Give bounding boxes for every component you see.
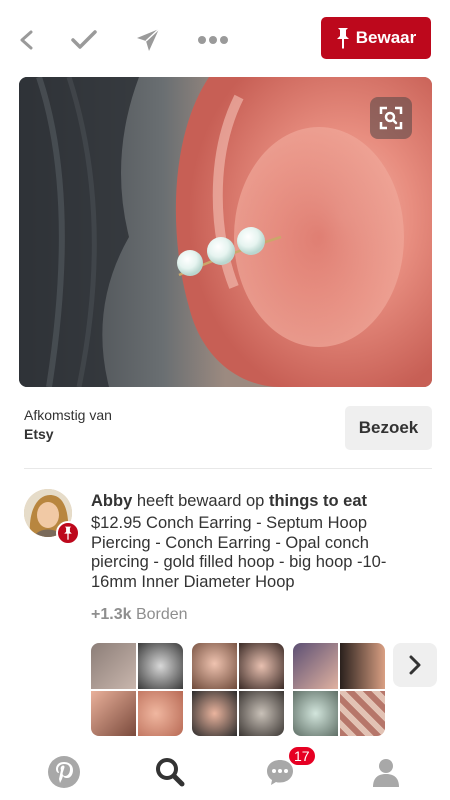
board-image <box>91 643 136 689</box>
activity-line: Abby heeft bewaard op things to eat <box>91 491 391 511</box>
divider <box>24 468 432 469</box>
source-label: Afkomstig van <box>24 407 112 423</box>
send-icon <box>137 28 160 51</box>
board-image <box>340 691 385 736</box>
visit-button[interactable]: Bezoek <box>345 406 432 450</box>
pin-description: $12.95 Conch Earring - Septum Hoop Pierc… <box>91 514 387 591</box>
pushpin-icon <box>64 526 72 540</box>
visual-search-icon <box>379 106 403 130</box>
top-toolbar: Bewaar <box>0 0 450 76</box>
source-name[interactable]: Etsy <box>24 426 112 442</box>
visual-search-button[interactable] <box>370 97 412 139</box>
board-image <box>293 643 338 689</box>
chevron-right-icon <box>409 655 421 675</box>
board-image <box>239 643 284 689</box>
board-image <box>293 691 338 736</box>
board-image <box>239 691 284 736</box>
board-image <box>340 643 385 689</box>
back-button[interactable] <box>9 22 45 58</box>
pin-source: Afkomstig van Etsy <box>24 407 112 442</box>
send-button[interactable] <box>130 22 166 58</box>
activity-action: heeft bewaard op <box>136 492 265 510</box>
board-thumbnail[interactable] <box>293 643 385 736</box>
nav-search[interactable] <box>150 752 190 792</box>
nav-profile[interactable] <box>366 752 406 792</box>
board-thumbnail[interactable] <box>91 643 183 736</box>
save-button[interactable]: Bewaar <box>321 17 431 59</box>
chevron-left-icon <box>20 30 33 50</box>
board-count-label: Borden <box>135 606 188 623</box>
home-icon <box>48 756 80 788</box>
board-count[interactable]: +1.3k Borden <box>91 606 188 624</box>
board-name[interactable]: things to eat <box>269 492 367 510</box>
more-dots-icon <box>198 36 228 44</box>
board-count-value: +1.3k <box>91 606 132 623</box>
board-image <box>91 691 136 736</box>
profile-icon <box>373 759 399 787</box>
user-name[interactable]: Abby <box>91 492 132 510</box>
done-button[interactable] <box>66 22 102 58</box>
checkmark-icon <box>71 30 97 49</box>
notification-count-badge: 17 <box>287 745 317 767</box>
board-image <box>192 691 237 736</box>
bottom-nav <box>0 740 450 800</box>
board-image <box>138 691 183 736</box>
board-thumbnail[interactable] <box>192 643 284 736</box>
save-button-label: Bewaar <box>355 28 417 47</box>
search-icon <box>156 758 185 787</box>
next-boards-button[interactable] <box>393 643 437 687</box>
board-image <box>138 643 183 689</box>
more-button[interactable] <box>195 22 231 58</box>
pin-image[interactable] <box>19 77 432 387</box>
pushpin-icon <box>336 28 349 49</box>
board-image <box>192 643 237 689</box>
nav-home[interactable] <box>44 752 84 792</box>
saved-pin-badge <box>56 521 80 545</box>
